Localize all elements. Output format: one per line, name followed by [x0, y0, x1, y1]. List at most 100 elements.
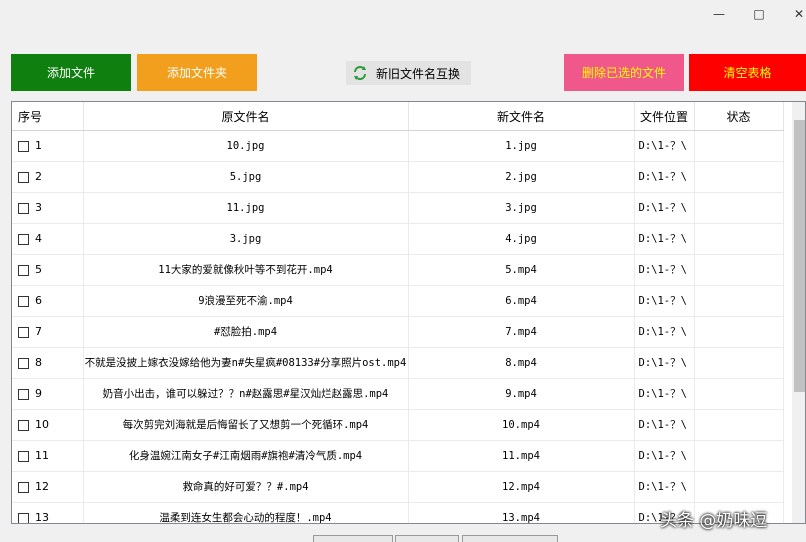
row-checkbox[interactable] — [18, 326, 29, 338]
row-index-cell: 13 — [12, 502, 84, 524]
clear-table-button[interactable]: 清空表格 — [689, 54, 806, 91]
row-index: 8 — [35, 356, 42, 369]
table-row[interactable]: 12 救命真的好可爱？？#.mp4 12.mp4 D:\1-？\ — [12, 471, 784, 503]
table-row[interactable]: 7 #怼脸拍.mp4 7.mp4 D:\1-？\ — [12, 316, 784, 348]
original-name-cell: 温柔到连女生都会心动的程度！.mp4 — [83, 502, 409, 523]
original-name-cell: 11大家的爱就像秋叶等不到花开.mp4 — [83, 254, 409, 286]
table-row[interactable]: 1 10.jpg 1.jpg D:\1-？\ — [12, 130, 784, 162]
row-checkbox[interactable] — [18, 202, 29, 214]
header-index[interactable]: 序号 — [12, 102, 84, 131]
row-index-cell: 11 — [12, 440, 84, 472]
row-index: 5 — [35, 263, 42, 276]
add-folder-button[interactable]: 添加文件夹 — [137, 54, 257, 91]
minimize-button[interactable]: — — [706, 4, 732, 24]
new-name-cell: 4.jpg — [408, 223, 635, 255]
original-name-cell: 救命真的好可爱？？#.mp4 — [83, 471, 409, 503]
maximize-icon: □ — [753, 7, 765, 21]
scrollbar-thumb[interactable] — [794, 120, 805, 392]
swap-names-button[interactable]: 新旧文件名互换 — [346, 61, 471, 85]
status-cell — [694, 161, 784, 193]
row-checkbox[interactable] — [18, 140, 29, 152]
row-index-cell: 3 — [12, 192, 84, 224]
location-cell: D:\1-？\ — [634, 409, 695, 441]
table-row[interactable]: 9 奶音小出击，谁可以躲过？？n#赵露思#星汉灿烂赵露思.mp4 9.mp4 D:\1… — [12, 378, 784, 410]
header-original-name[interactable]: 原文件名 — [83, 102, 409, 131]
table-row[interactable]: 3 11.jpg 3.jpg D:\1-？\ — [12, 192, 784, 224]
location-cell: D:\1-？\ — [634, 347, 695, 379]
row-checkbox[interactable] — [18, 171, 29, 183]
row-index: 13 — [35, 511, 49, 524]
status-cell — [694, 285, 784, 317]
row-index: 9 — [35, 387, 42, 400]
row-checkbox[interactable] — [18, 233, 29, 245]
row-checkbox[interactable] — [18, 264, 29, 276]
row-checkbox[interactable] — [18, 357, 29, 369]
vertical-scrollbar[interactable] — [792, 102, 805, 523]
table-row[interactable]: 10 每次剪完刘海就是后悔留长了又想剪一个死循环.mp4 10.mp4 D:\1-？\ — [12, 409, 784, 441]
table-row[interactable]: 4 3.jpg 4.jpg D:\1-？\ — [12, 223, 784, 255]
row-checkbox[interactable] — [18, 450, 29, 462]
new-name-cell: 2.jpg — [408, 161, 635, 193]
new-name-cell: 7.mp4 — [408, 316, 635, 348]
row-index-cell: 9 — [12, 378, 84, 410]
location-cell: D:\1-？\ — [634, 471, 695, 503]
status-cell — [694, 347, 784, 379]
maximize-button[interactable]: □ — [746, 4, 772, 24]
header-location[interactable]: 文件位置 — [634, 102, 695, 131]
original-name-cell: 不就是没披上嫁衣没嫁给他为妻n#失星疯#08133#分享照片ost.mp4 — [83, 347, 409, 379]
location-cell: D:\1-？\ — [634, 316, 695, 348]
row-index: 4 — [35, 232, 42, 245]
row-index-cell: 7 — [12, 316, 84, 348]
table-row[interactable]: 2 5.jpg 2.jpg D:\1-？\ — [12, 161, 784, 193]
status-cell — [694, 409, 784, 441]
bottom-controls — [11, 535, 806, 542]
row-checkbox[interactable] — [18, 419, 29, 431]
new-name-cell: 10.mp4 — [408, 409, 635, 441]
status-cell — [694, 192, 784, 224]
add-file-button[interactable]: 添加文件 — [11, 54, 131, 91]
location-cell: D:\1-？\ — [634, 378, 695, 410]
location-cell: D:\1-？\ — [634, 192, 695, 224]
bottom-control[interactable] — [462, 535, 558, 542]
watermark: 头条 @奶味逗 — [660, 511, 768, 531]
close-button[interactable]: ✕ — [786, 4, 806, 24]
table-row[interactable]: 6 9浪漫至死不渝.mp4 6.mp4 D:\1-？\ — [12, 285, 784, 317]
table-row[interactable]: 11 化身温婉江南女子#江南烟雨#旗袍#清冷气质.mp4 11.mp4 D:\1-？\ — [12, 440, 784, 472]
row-checkbox[interactable] — [18, 388, 29, 400]
new-name-cell: 1.jpg — [408, 130, 635, 162]
row-index: 10 — [35, 418, 49, 431]
original-name-cell: 9浪漫至死不渝.mp4 — [83, 285, 409, 317]
row-index: 1 — [35, 139, 42, 152]
original-name-cell: #怼脸拍.mp4 — [83, 316, 409, 348]
original-name-cell: 奶音小出击，谁可以躲过？？n#赵露思#星汉灿烂赵露思.mp4 — [83, 378, 409, 410]
status-cell — [694, 440, 784, 472]
row-checkbox[interactable] — [18, 512, 29, 523]
location-cell: D:\1-？\ — [634, 285, 695, 317]
status-cell — [694, 316, 784, 348]
bottom-control[interactable] — [313, 535, 393, 542]
new-name-cell: 3.jpg — [408, 192, 635, 224]
row-checkbox[interactable] — [18, 295, 29, 307]
location-cell: D:\1-？\ — [634, 440, 695, 472]
minimize-icon: — — [713, 7, 725, 21]
header-status[interactable]: 状态 — [694, 102, 784, 131]
row-index-cell: 12 — [12, 471, 84, 503]
delete-selected-button[interactable]: 删除已选的文件 — [564, 54, 684, 91]
status-cell — [694, 223, 784, 255]
row-checkbox[interactable] — [18, 481, 29, 493]
new-name-cell: 8.mp4 — [408, 347, 635, 379]
row-index-cell: 10 — [12, 409, 84, 441]
table-header-row: 序号 原文件名 新文件名 文件位置 状态 — [12, 102, 784, 131]
location-cell: D:\1-？\ — [634, 161, 695, 193]
location-cell: D:\1-？\ — [634, 223, 695, 255]
location-cell: D:\1-？\ — [634, 254, 695, 286]
new-name-cell: 5.mp4 — [408, 254, 635, 286]
row-index-cell: 2 — [12, 161, 84, 193]
bottom-control[interactable] — [395, 535, 459, 542]
table-row[interactable]: 5 11大家的爱就像秋叶等不到花开.mp4 5.mp4 D:\1-？\ — [12, 254, 784, 286]
row-index: 11 — [35, 449, 49, 462]
row-index-cell: 1 — [12, 130, 84, 162]
row-index: 12 — [35, 480, 49, 493]
table-row[interactable]: 8 不就是没披上嫁衣没嫁给他为妻n#失星疯#08133#分享照片ost.mp4 8.… — [12, 347, 784, 379]
header-new-name[interactable]: 新文件名 — [408, 102, 635, 131]
